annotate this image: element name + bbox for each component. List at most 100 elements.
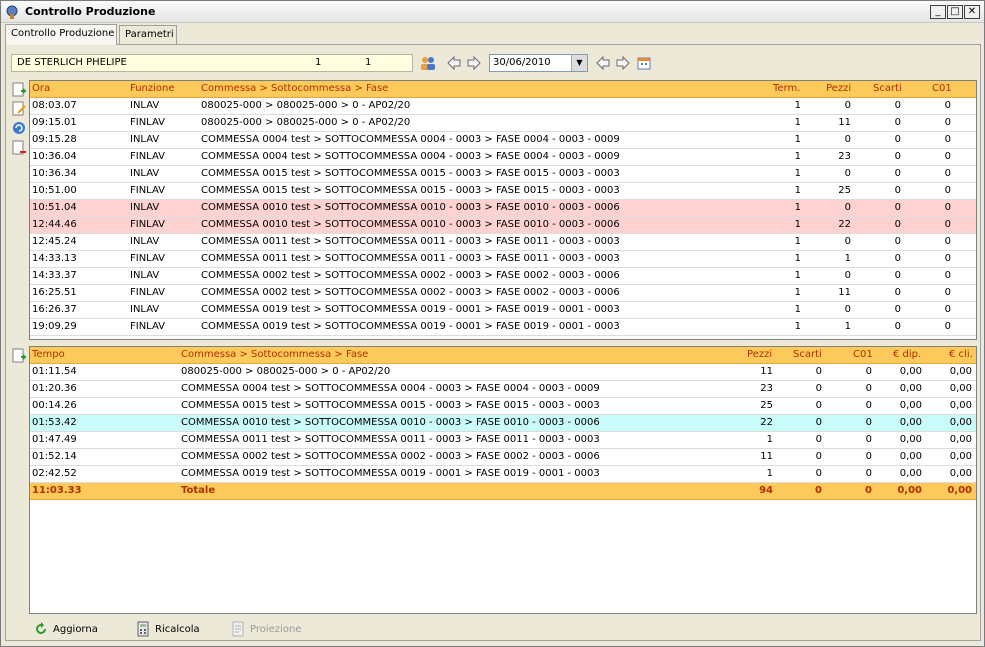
cell-term: 1 (794, 134, 801, 145)
table-row[interactable]: 01:47.49 COMMESSA 0011 test > SOTTOCOMMES… (30, 432, 976, 449)
cell-pezzi: 11 (838, 287, 851, 298)
date-select[interactable]: 30/06/2010 ▼ (489, 54, 588, 72)
col-c01[interactable]: C01 (932, 83, 952, 94)
cell-scarti: 0 (815, 434, 822, 445)
cell-funzione: INLAV (130, 304, 160, 315)
col-commessa-summary[interactable]: Commessa > Sottocommessa > Fase (181, 349, 368, 360)
col-c01-summary[interactable]: C01 (853, 349, 873, 360)
cell-scarti: 0 (894, 151, 901, 162)
cell-ora: 19:09.29 (32, 321, 77, 332)
operator-field[interactable]: DE STERLICH PHELIPE 1 1 (11, 54, 413, 72)
delete-record-icon[interactable] (11, 140, 27, 156)
cell-tempo: 01:11.54 (32, 366, 77, 377)
col-eur-cli[interactable]: € cli. (949, 349, 973, 360)
table-row[interactable]: 14:33.13 FINLAV COMMESSA 0011 test > SOTTO… (30, 251, 976, 268)
cell-scarti: 0 (815, 417, 822, 428)
table-row[interactable]: 09:15.01 FINLAV 080025-000 > 080025-000 > … (30, 115, 976, 132)
cell-pezzi: 0 (844, 304, 851, 315)
col-tempo[interactable]: Tempo (32, 349, 65, 360)
table-row[interactable]: 16:25.51 FINLAV COMMESSA 0002 test > SOTTO… (30, 285, 976, 302)
cell-tempo: 01:53.42 (32, 417, 77, 428)
cell-eur-cli: 0,00 (949, 468, 972, 479)
table-row[interactable]: 01:53.42 COMMESSA 0010 test > SOTTOCOMMES… (30, 415, 976, 432)
total-scarti: 0 (815, 485, 822, 496)
cell-ora: 12:45.24 (32, 236, 77, 247)
proiezione-button[interactable]: Proiezione (230, 621, 301, 637)
col-term[interactable]: Term. (773, 83, 800, 94)
cell-commessa: COMMESSA 0015 test > SOTTOCOMMESSA 0015 … (201, 185, 620, 196)
table-row[interactable]: 01:11.54 080025-000 > 080025-000 > 0 - AP… (30, 364, 976, 381)
date-next-icon[interactable] (614, 54, 632, 72)
operator-value-1: 1 (315, 57, 322, 68)
total-pezzi: 94 (759, 485, 773, 496)
table-row[interactable]: 00:14.26 COMMESSA 0015 test > SOTTOCOMMES… (30, 398, 976, 415)
cell-scarti: 0 (894, 100, 901, 111)
table-row[interactable]: 10:36.04 FINLAV COMMESSA 0004 test > SOTTO… (30, 149, 976, 166)
table-row[interactable]: 09:15.28 INLAV COMMESSA 0004 test > SOTTOC… (30, 132, 976, 149)
table-row[interactable]: 10:51.04 INLAV COMMESSA 0010 test > SOTTOC… (30, 200, 976, 217)
table-row[interactable]: 19:09.29 FINLAV COMMESSA 0019 test > SOTTO… (30, 319, 976, 336)
table-row[interactable]: 08:03.07 INLAV 080025-000 > 080025-000 > 0… (30, 98, 976, 115)
calculator-icon (137, 621, 149, 637)
cell-c01: 0 (944, 134, 951, 145)
cell-c01: 0 (944, 236, 951, 247)
col-pezzi-summary[interactable]: Pezzi (747, 349, 772, 360)
cell-ora: 12:44.46 (32, 219, 77, 230)
cell-commessa: COMMESSA 0015 test > SOTTOCOMMESSA 0015 … (201, 168, 620, 179)
table-row[interactable]: 01:20.36 COMMESSA 0004 test > SOTTOCOMMES… (30, 381, 976, 398)
date-prev-icon[interactable] (594, 54, 612, 72)
refresh-icon[interactable] (11, 120, 27, 136)
cell-pezzi: 1 (844, 253, 851, 264)
table-row[interactable]: 14:33.37 INLAV COMMESSA 0002 test > SOTTOC… (30, 268, 976, 285)
tab-parametri[interactable]: Parametri (119, 25, 177, 45)
close-button[interactable]: ✕ (964, 5, 980, 19)
cell-commessa: COMMESSA 0010 test > SOTTOCOMMESSA 0010 … (181, 417, 600, 428)
cell-pezzi: 1 (844, 321, 851, 332)
summary-grid-header: Tempo Commessa > Sottocommessa > Fase Pe… (30, 347, 976, 364)
cell-scarti: 0 (894, 270, 901, 281)
cell-funzione: FINLAV (130, 219, 166, 230)
cell-pezzi: 0 (844, 270, 851, 281)
maximize-button[interactable]: □ (947, 5, 963, 19)
calendar-icon[interactable] (635, 54, 653, 72)
arrow-right-icon[interactable] (465, 54, 483, 72)
add-summary-icon[interactable] (11, 348, 27, 364)
tab-controllo-produzione[interactable]: Controllo Produzione (5, 24, 117, 45)
cell-funzione: INLAV (130, 168, 160, 179)
cell-eur-cli: 0,00 (949, 400, 972, 411)
add-record-icon[interactable] (11, 82, 27, 98)
projection-icon (232, 621, 244, 637)
table-row[interactable]: 01:52.14 COMMESSA 0002 test > SOTTOCOMMES… (30, 449, 976, 466)
table-row[interactable]: 16:26.37 INLAV COMMESSA 0019 test > SOTTOC… (30, 302, 976, 319)
aggiorna-button[interactable]: Aggiorna (33, 621, 98, 637)
cell-commessa: COMMESSA 0002 test > SOTTOCOMMESSA 0002 … (181, 451, 600, 462)
cell-tempo: 01:52.14 (32, 451, 77, 462)
cell-tempo: 00:14.26 (32, 400, 77, 411)
ricalcola-button[interactable]: Ricalcola (135, 621, 200, 637)
users-icon[interactable] (419, 54, 437, 72)
col-eur-dip[interactable]: € dip. (893, 349, 921, 360)
aggiorna-label: Aggiorna (53, 623, 98, 635)
cell-scarti: 0 (894, 219, 901, 230)
col-funzione[interactable]: Funzione (130, 83, 175, 94)
cell-scarti: 0 (894, 117, 901, 128)
minimize-button[interactable]: _ (930, 5, 946, 19)
edit-record-icon[interactable] (11, 101, 27, 117)
chevron-down-icon[interactable]: ▼ (571, 55, 587, 71)
table-row[interactable]: 02:42.52 COMMESSA 0019 test > SOTTOCOMMES… (30, 466, 976, 483)
cell-funzione: FINLAV (130, 185, 166, 196)
table-row[interactable]: 10:51.00 FINLAV COMMESSA 0015 test > SOTTO… (30, 183, 976, 200)
col-scarti-summary[interactable]: Scarti (793, 349, 822, 360)
arrow-left-icon[interactable] (445, 54, 463, 72)
table-row[interactable]: 10:36.34 INLAV COMMESSA 0015 test > SOTTOC… (30, 166, 976, 183)
col-pezzi[interactable]: Pezzi (826, 83, 851, 94)
col-scarti[interactable]: Scarti (873, 83, 902, 94)
cell-commessa: COMMESSA 0010 test > SOTTOCOMMESSA 0010 … (201, 219, 620, 230)
cell-pezzi: 0 (844, 168, 851, 179)
cell-eur-cli: 0,00 (949, 383, 972, 394)
table-row[interactable]: 12:45.24 INLAV COMMESSA 0011 test > SOTTOC… (30, 234, 976, 251)
table-row[interactable]: 12:44.46 FINLAV COMMESSA 0010 test > SOTTO… (30, 217, 976, 234)
col-ora[interactable]: Ora (32, 83, 50, 94)
cell-pezzi: 0 (844, 236, 851, 247)
col-commessa[interactable]: Commessa > Sottocommessa > Fase (201, 83, 388, 94)
